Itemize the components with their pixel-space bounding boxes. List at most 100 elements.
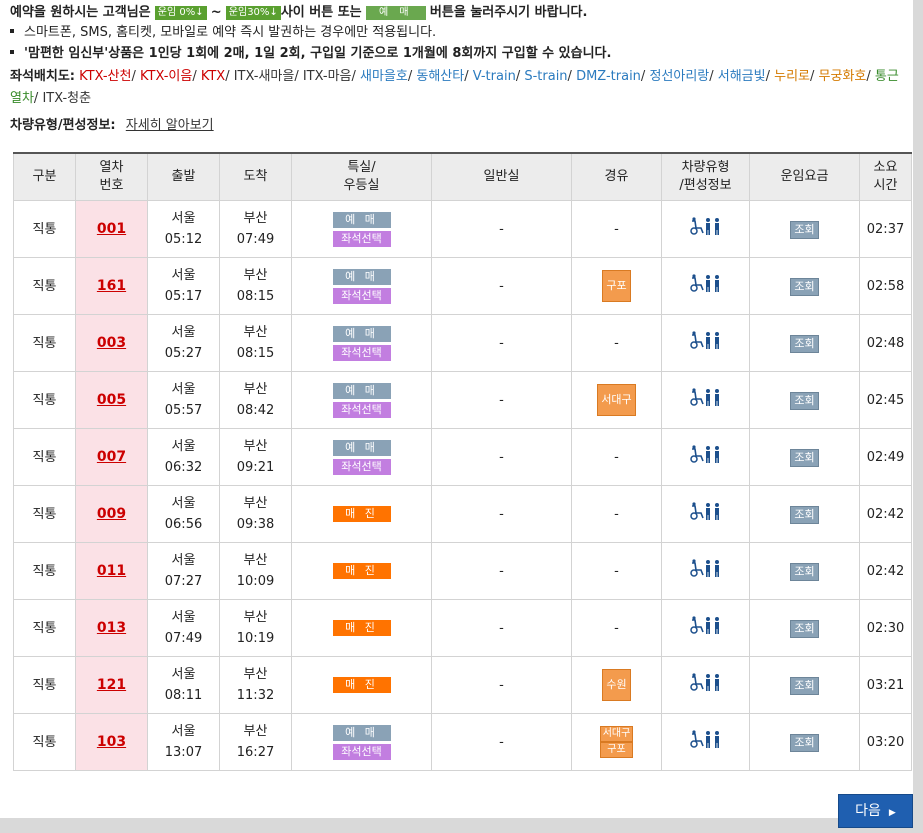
train-number-link[interactable]: 013 — [97, 620, 126, 636]
duration-cell: 03:20 — [859, 713, 912, 771]
reserve-button[interactable]: 예 매 — [332, 325, 391, 342]
via-station-button[interactable]: 구포 — [602, 270, 631, 302]
train-number-link[interactable]: 009 — [97, 506, 126, 522]
arrival-time: 10:19 — [236, 631, 275, 646]
fare-inquiry-button[interactable]: 조회 — [790, 220, 819, 239]
departure-station: 서울 — [171, 439, 196, 454]
train-number-link[interactable]: 103 — [97, 734, 126, 750]
train-number-link[interactable]: 161 — [97, 278, 126, 294]
seat-map-link[interactable]: ITX-마음 — [303, 69, 352, 84]
seat-map-link[interactable]: 누리로 — [774, 69, 810, 84]
fare-inquiry-button[interactable]: 조회 — [790, 391, 819, 410]
fare-inquiry-button[interactable]: 조회 — [790, 334, 819, 353]
table-row: 직통 005 서울 05:57 부산 08:42 예 매 좌석선택 - 서대구 조회 02:45 — [13, 371, 912, 429]
general-class-cell: - — [431, 599, 572, 657]
fare-inquiry-button[interactable]: 조회 — [790, 505, 819, 524]
seat-select-button[interactable]: 좌석선택 — [332, 287, 391, 304]
train-number-link[interactable]: 007 — [97, 449, 126, 465]
train-number-cell: 005 — [75, 371, 148, 429]
wheelchair-family-icon[interactable] — [689, 216, 723, 235]
separator: / — [866, 69, 875, 84]
departure-cell: 서울 07:27 — [147, 542, 220, 600]
wheelchair-family-icon[interactable] — [689, 558, 723, 577]
train-number-cell: 001 — [75, 200, 148, 258]
bullet-icon — [10, 50, 14, 54]
via-cell: 서대구 구포 — [571, 713, 662, 771]
arrival-time: 11:32 — [236, 688, 275, 703]
fare-inquiry-button[interactable]: 조회 — [790, 277, 819, 296]
via-station-button[interactable]: 수원 — [602, 669, 631, 701]
fare-cell: 조회 — [749, 371, 860, 429]
seat-select-button[interactable]: 좌석선택 — [332, 743, 391, 760]
seat-map-link[interactable]: KTX-이음 — [140, 69, 192, 84]
fare-inquiry-button[interactable]: 조회 — [790, 676, 819, 695]
fare-inquiry-button[interactable]: 조회 — [790, 448, 819, 467]
seat-map-link[interactable]: 정선아리랑 — [649, 69, 709, 84]
reserve-button[interactable]: 예 매 — [332, 724, 391, 741]
seat-select-button[interactable]: 좌석선택 — [332, 230, 391, 247]
departure-cell: 서울 07:49 — [147, 599, 220, 657]
table-row: 직통 013 서울 07:49 부산 10:19 매 진 - - 조회 02:30 — [13, 599, 912, 657]
fare-inquiry-button[interactable]: 조회 — [790, 733, 819, 752]
column-header: 열차 번호 — [75, 152, 148, 201]
departure-time: 07:27 — [164, 574, 203, 589]
via-station-group[interactable]: 서대구 구포 — [599, 725, 634, 758]
seat-select-button[interactable]: 좌석선택 — [332, 344, 391, 361]
train-number-link[interactable]: 001 — [97, 221, 126, 237]
reserve-button[interactable]: 예 매 — [332, 268, 391, 285]
special-class-cell: 예 매좌석선택 — [291, 371, 432, 429]
wheelchair-family-icon[interactable] — [689, 501, 723, 520]
bullet-item: 스마트폰, SMS, 홈티켓, 모바일로 예약 즉시 발권하는 경우에만 적용됩… — [10, 22, 611, 43]
train-type: 직통 — [13, 428, 76, 486]
seat-map-link[interactable]: ITX-새마을 — [234, 69, 295, 84]
seat-map-link[interactable]: DMZ-train — [576, 69, 641, 84]
departure-time: 08:11 — [164, 688, 203, 703]
bullet-item: '맘편한 임신부'상품은 1인당 1회에 2매, 1일 2회, 구입일 기준으로… — [10, 43, 611, 64]
via-cell: - — [571, 428, 662, 486]
seat-map-link[interactable]: KTX-산천 — [79, 69, 131, 84]
arrival-cell: 부산 08:15 — [219, 314, 292, 372]
reserve-button[interactable]: 예 매 — [332, 211, 391, 228]
wheelchair-family-icon[interactable] — [689, 444, 723, 463]
departure-station: 서울 — [171, 382, 196, 397]
seat-map-link[interactable]: ITX-청춘 — [42, 91, 91, 106]
sold-out-badge: 매 진 — [332, 506, 391, 522]
train-number-link[interactable]: 003 — [97, 335, 126, 351]
via-station-button[interactable]: 서대구 — [597, 384, 636, 416]
panel: 예약을 원하시는 고객님은 운임 0%↓ ~ 운임30%↓ 사이 버튼 또는 예 … — [0, 0, 913, 828]
seat-map-link[interactable]: 무궁화호 — [819, 69, 867, 84]
wheelchair-family-icon[interactable] — [689, 387, 723, 406]
reserve-button[interactable]: 예 매 — [332, 439, 391, 456]
sold-out-badge: 매 진 — [332, 677, 391, 693]
seat-map-link[interactable]: 새마을호 — [360, 69, 408, 84]
seat-map-link[interactable]: S-train — [524, 69, 567, 84]
table-row: 직통 009 서울 06:56 부산 09:38 매 진 - - 조회 02:42 — [13, 485, 912, 543]
seat-map-link[interactable]: 동해산타 — [416, 69, 464, 84]
duration-cell: 02:45 — [859, 371, 912, 429]
wheelchair-family-icon[interactable] — [689, 729, 723, 748]
wheelchair-family-icon[interactable] — [689, 330, 723, 349]
separator: / — [131, 69, 140, 84]
fare-inquiry-button[interactable]: 조회 — [790, 619, 819, 638]
train-number-link[interactable]: 011 — [97, 563, 126, 579]
via-cell: - — [571, 542, 662, 600]
seat-map-link[interactable]: 서해금빛 — [718, 69, 766, 84]
train-number-link[interactable]: 005 — [97, 392, 126, 408]
notice-middle: 사이 버튼 또는 — [280, 5, 362, 20]
train-number-link[interactable]: 121 — [97, 677, 126, 693]
fare-inquiry-button[interactable]: 조회 — [790, 562, 819, 581]
wheelchair-family-icon[interactable] — [689, 672, 723, 691]
wheelchair-family-icon[interactable] — [689, 273, 723, 292]
seat-map-link[interactable]: V-train — [473, 69, 516, 84]
seat-select-button[interactable]: 좌석선택 — [332, 401, 391, 418]
seat-map-link[interactable]: KTX — [201, 69, 225, 84]
vehicle-info-link[interactable]: 자세히 알아보기 — [126, 118, 214, 133]
arrival-station: 부산 — [243, 667, 268, 682]
seat-select-button[interactable]: 좌석선택 — [332, 458, 391, 475]
reserve-badge: 예 매 — [365, 5, 426, 20]
arrival-station: 부산 — [243, 553, 268, 568]
reserve-button[interactable]: 예 매 — [332, 382, 391, 399]
next-button[interactable]: 다음 ▶ — [838, 794, 913, 828]
departure-cell: 서울 06:32 — [147, 428, 220, 486]
wheelchair-family-icon[interactable] — [689, 615, 723, 634]
